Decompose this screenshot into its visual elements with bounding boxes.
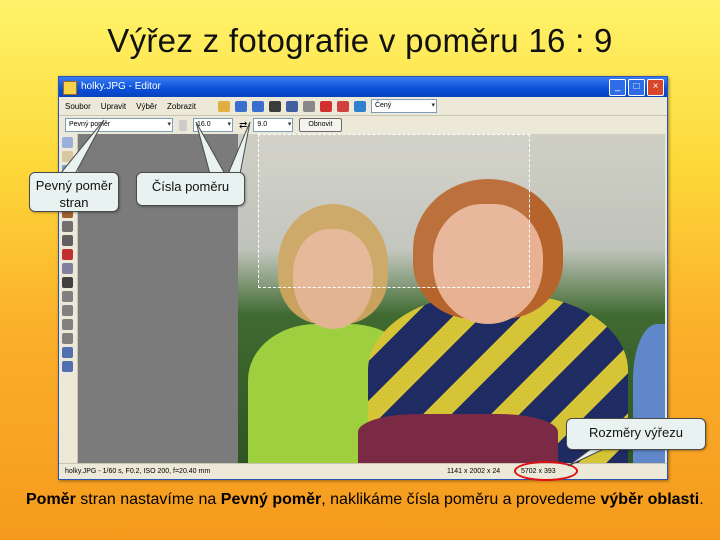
app-icon [63,81,77,95]
line-tool-icon[interactable] [62,277,73,288]
legs [358,414,558,464]
forward-icon[interactable] [251,100,264,112]
ratio-mode-combo[interactable]: Pevný poměr [65,118,173,132]
swap-arrows-icon[interactable]: ⇄ [239,120,247,131]
menu-selection[interactable]: Výběr [136,102,157,111]
menu-view[interactable]: Zobrazit [167,102,196,111]
caption-part-2: stran nastavíme na [75,491,221,508]
grid-icon[interactable] [62,361,73,372]
callout-fixed-ratio: Pevný poměr stran [29,172,119,212]
caption-part-5: výběr oblasti [600,491,700,508]
eraser-tool-icon[interactable] [62,235,73,246]
lasso-tool-icon[interactable] [62,319,73,330]
ellipse-select-icon[interactable] [62,305,73,316]
menubar: Soubor Upravit Výběr Zobrazit Čený [59,97,667,116]
text-tool-icon[interactable] [62,263,73,274]
minimize-button[interactable]: _ [609,79,626,96]
window-titlebar[interactable]: holky.JPG - Editor _ □ × [59,77,667,97]
color-icon[interactable] [336,100,349,112]
caption-part-1: Poměr [26,491,76,508]
menu-file[interactable]: Soubor [65,102,91,111]
save-icon[interactable] [268,100,281,112]
maximize-button[interactable]: □ [628,79,645,96]
undo-icon[interactable] [285,100,298,112]
menu-edit[interactable]: Upravit [101,102,126,111]
redo-icon[interactable] [302,100,315,112]
callout-ratio-numbers: Čísla poměru [136,172,245,206]
slide-caption: Poměr stran nastavíme na Pevný poměr, na… [26,489,706,511]
separator-icon [179,119,187,131]
reset-button[interactable]: Obnovit [299,118,342,132]
color-combo[interactable]: Čený [370,99,437,113]
crop-selection[interactable] [258,134,530,288]
rect-select-icon[interactable] [62,291,73,302]
open-icon[interactable] [217,100,230,112]
zoom-tool-icon[interactable] [62,137,73,148]
pen-tool-icon[interactable] [62,221,73,232]
window-title: holky.JPG - Editor [81,81,161,92]
back-icon[interactable] [234,100,247,112]
options-bar: Pevný poměr 16.0 ⇄ 9.0 Obnovit [59,116,667,134]
caption-part-6: . [699,491,704,508]
wand-tool-icon[interactable] [62,333,73,344]
fill-tool-icon[interactable] [62,249,73,260]
brightness-icon[interactable] [353,100,366,112]
close-button[interactable]: × [647,79,664,96]
caption-part-3: Pevný poměr [220,491,322,508]
layers-icon[interactable] [62,347,73,358]
highlight-ellipse [514,461,578,481]
ratio-b-field[interactable]: 9.0 [253,118,294,132]
status-image-size: 1141 x 2002 x 24 [447,468,501,475]
callout-crop-size: Rozměry výřezu [566,418,706,450]
caption-part-4: , naklikáme čísla poměru a provedeme [321,491,601,508]
rotate-icon[interactable] [319,100,332,112]
ratio-a-field[interactable]: 16.0 [193,118,233,132]
slide-title: Výřez z fotografie v poměru 16 : 9 [107,22,613,59]
hand-tool-icon[interactable] [62,151,73,162]
status-file-info: holky.JPG - 1/60 s, F0.2, ISO 200, f=20.… [65,468,211,475]
